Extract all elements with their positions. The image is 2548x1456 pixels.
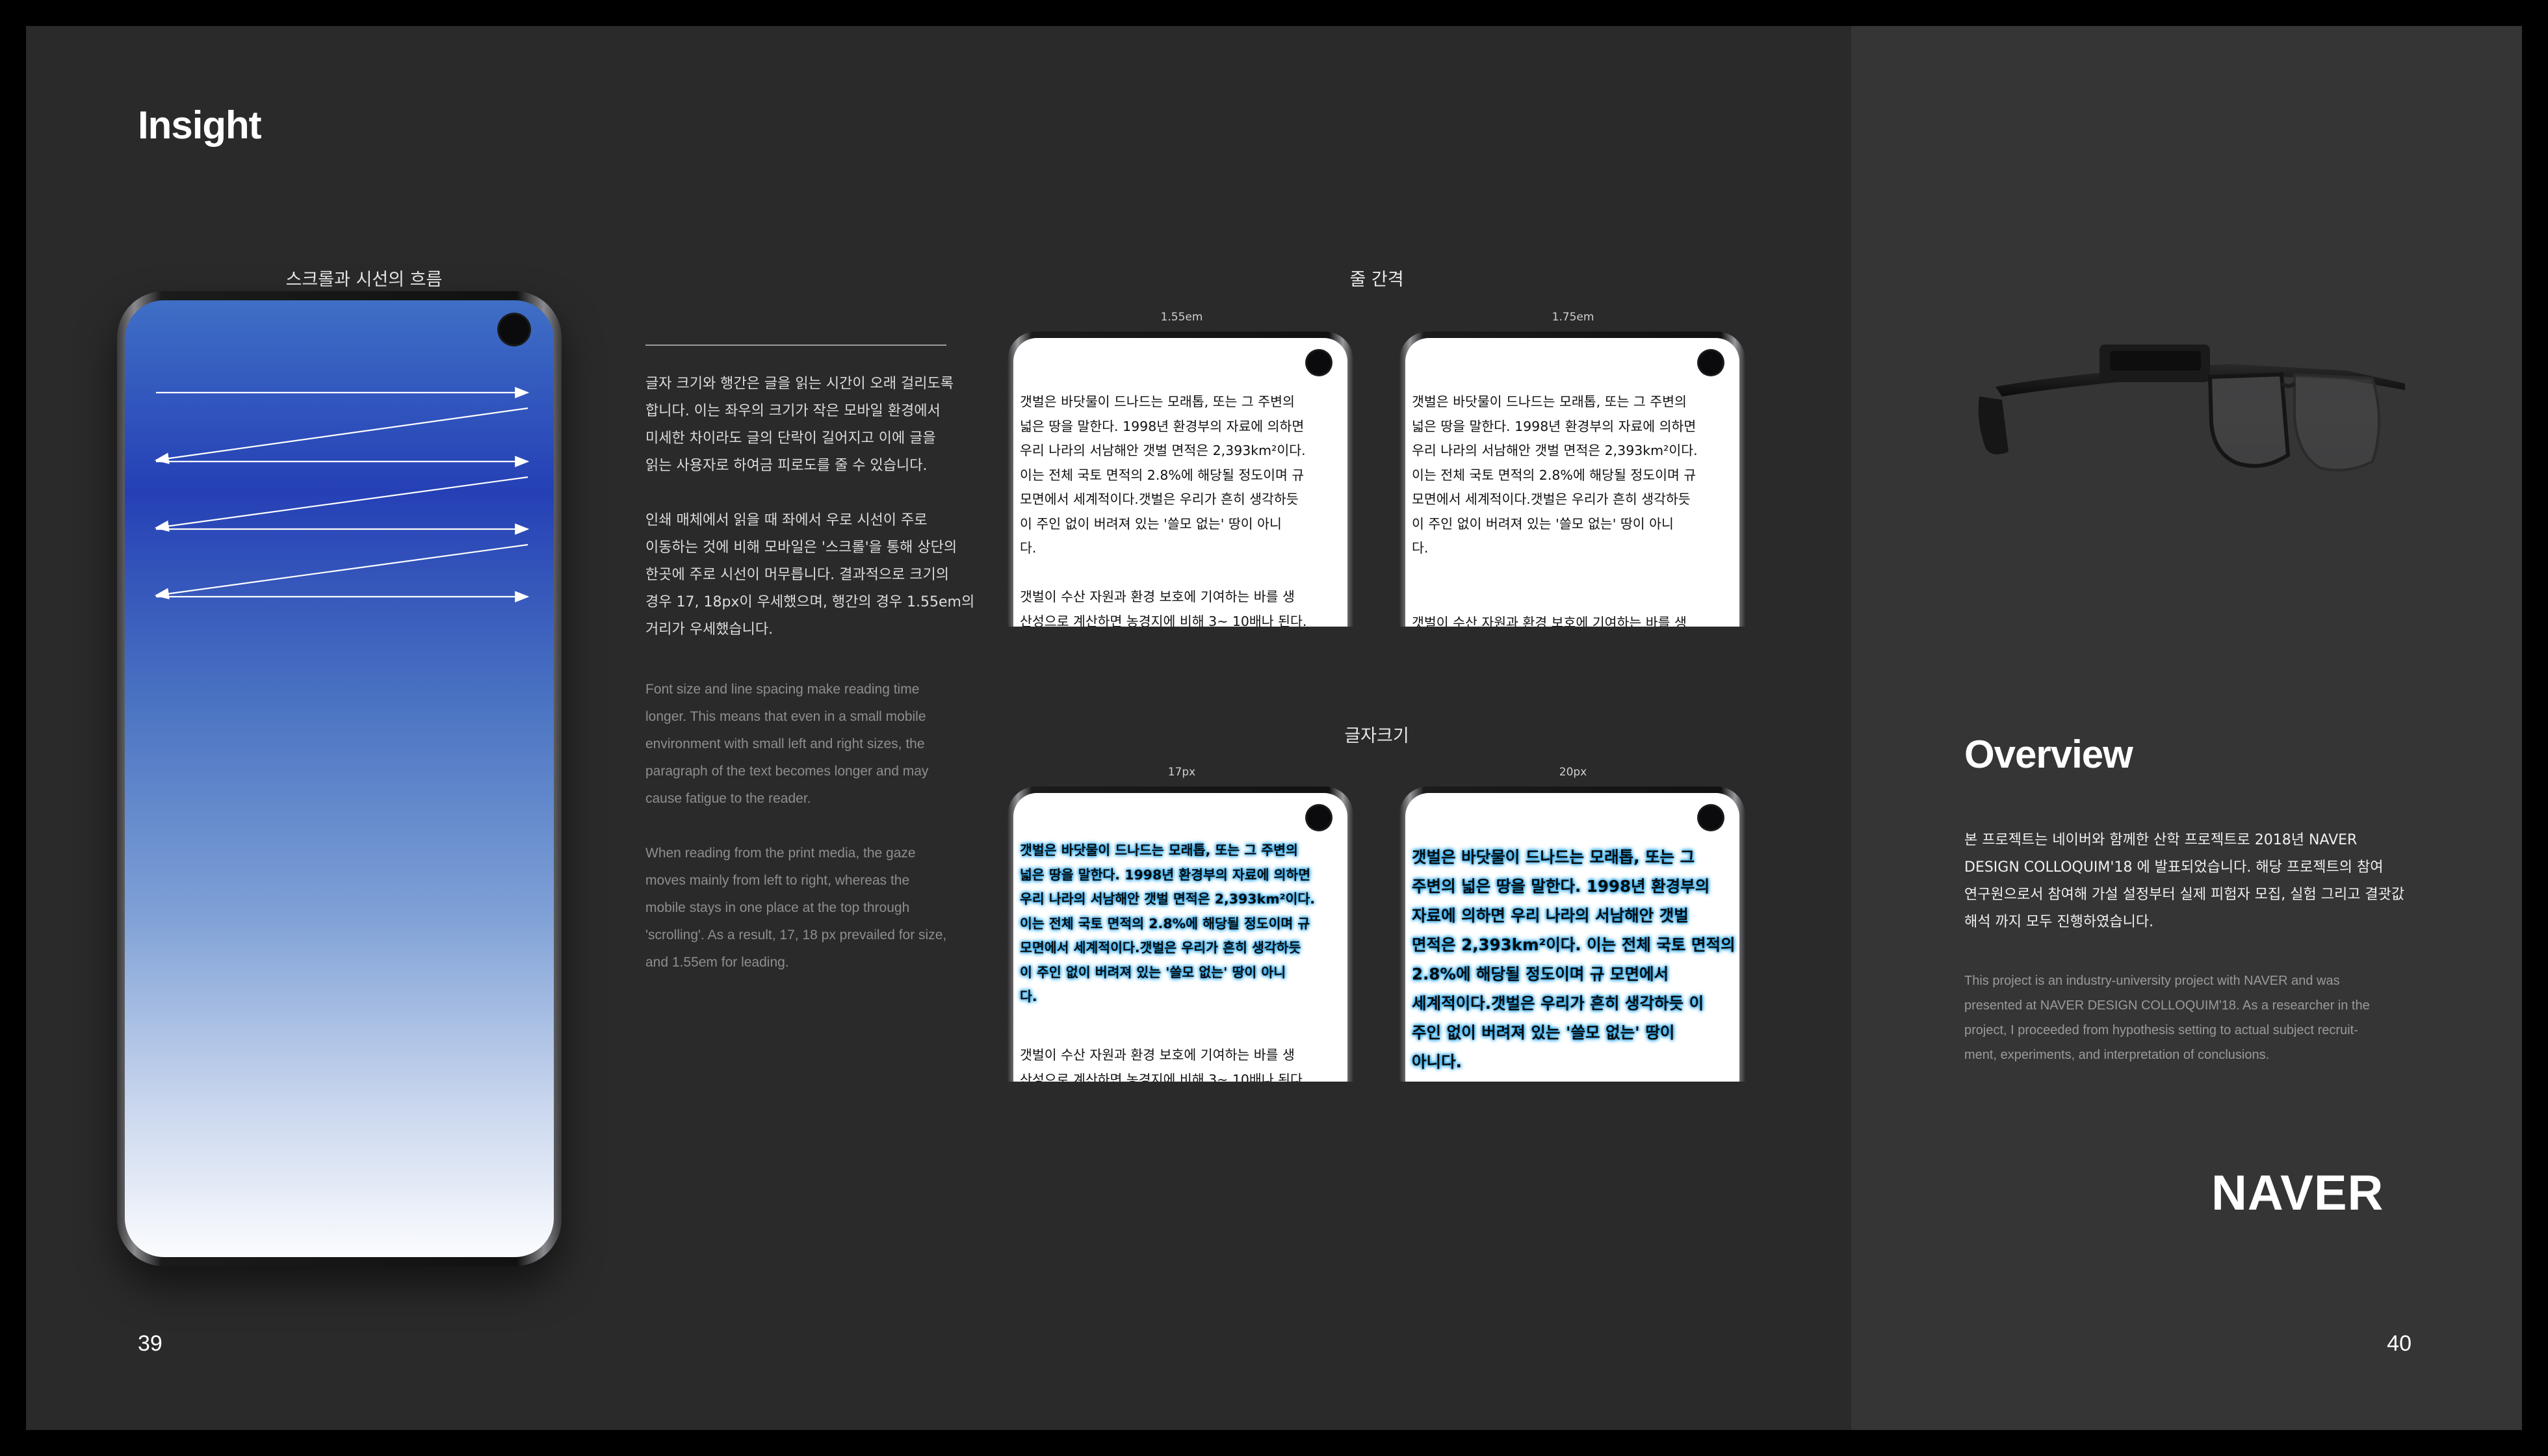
camera-icon (1699, 806, 1722, 829)
text-line: environment with small left and right si… (645, 736, 925, 751)
naver-logo: NAVER (2211, 1165, 2384, 1221)
overview-en-paragraph: This project is an industry-university p… (1964, 968, 2432, 1067)
text-line: 본 프로젝트는 네이버와 함께한 산학 프로젝트로 2018년 NAVER (1964, 832, 2358, 848)
sample-text: 갯벌은 바닷물이 드나드는 모래톱, 또는 그 주변의 넓은 땅을 말한다. 1… (1405, 390, 1739, 561)
page-number: 39 (138, 1331, 162, 1356)
gaze-arrow (154, 543, 528, 600)
font-size-option-label: 20px (1559, 766, 1587, 779)
text-line: 해석 까지 모두 진행하였습니다. (1964, 914, 2154, 930)
text-line: 경우 17, 18px이 우세했으며, 행간의 경우 1.55em의 (645, 594, 975, 610)
sample-text: 갯벌은 바닷물이 드나드는 모래톱, 또는 그 주변의 넓은 땅을 말한다. 1… (1020, 842, 1316, 1004)
phone-mockup (117, 291, 562, 1266)
text-line: project, I proceeded from hypothesis set… (1964, 1023, 2358, 1037)
scroll-caption: 스크롤과 시선의 흐름 (285, 270, 443, 290)
insight-en-paragraph-2: When reading from the print media, the g… (645, 840, 983, 976)
insight-ko-paragraph-1: 글자 크기와 행간은 글을 읽는 시간이 오래 걸리도록 합니다. 이는 좌우의… (645, 370, 983, 480)
text-line: moves mainly from left to right, whereas… (645, 873, 910, 888)
page-number: 40 (2387, 1331, 2412, 1356)
font-size-phone-1: 갯벌은 바닷물이 드나드는 모래톱, 또는 그 주변의 넓은 땅을 말한다. 1… (1008, 786, 1353, 1082)
text-line: 연구원으로서 참여해 가설 설정부터 실제 피험자 모집, 실험 그리고 결괏값 (1964, 887, 2405, 903)
leading-option-label: 1.55em (1160, 311, 1203, 324)
text-line: and 1.55em for leading. (645, 955, 789, 970)
font-size-option-label: 17px (1167, 766, 1196, 779)
text-line: 이동하는 것에 비해 모바일은 '스크롤'을 통해 상단의 (645, 540, 957, 556)
camera-icon (1307, 351, 1331, 374)
text-line: longer. This means that even in a small … (645, 709, 926, 724)
sample-text-tail: 갯벌이 수산 자원과 환경 보호에 기여하는 바를 생 산성으로 계산하면 농경… (1020, 1047, 1307, 1082)
text-line: 읽는 사용자로 하여금 피로도를 줄 수 있습니다. (645, 458, 928, 474)
gaze-arrows (154, 387, 530, 603)
leading-caption: 줄 간격 (1349, 270, 1404, 290)
gaze-arrow (154, 407, 528, 464)
sample-text: 갯벌은 바닷물이 드나드는 모래톱, 또는 그 주변의 넓은 땅을 말한다. 1… (1013, 390, 1347, 561)
text-line: 거리가 우세했습니다. (645, 621, 774, 638)
sample-text: 갯벌은 바닷물이 드나드는 모래톱, 또는 그 주변의 넓은 땅을 말한다. 1… (1412, 848, 1736, 1071)
text-line: 합니다. 이는 좌우의 크기가 작은 모바일 환경에서 (645, 403, 941, 419)
camera-icon (1307, 806, 1331, 829)
text-line: DESIGN COLLOQUIM'18 에 발표되었습니다. 해당 프로젝트의 … (1964, 859, 2384, 876)
leading-option-label: 1.75em (1552, 311, 1594, 324)
leading-phone-1: 갯벌은 바닷물이 드나드는 모래톱, 또는 그 주변의 넓은 땅을 말한다. 1… (1008, 332, 1353, 627)
font-size-phone-2: 갯벌은 바닷물이 드나드는 모래톱, 또는 그 주변의 넓은 땅을 말한다. 1… (1399, 786, 1745, 1082)
text-line: 'scrolling'. As a result, 17, 18 px prev… (645, 928, 947, 942)
text-line: When reading from the print media, the g… (645, 846, 916, 861)
sample-text-tail: 갯벌이 수산 자원과 환경 보호에 기여하는 바를 생 산성으로 계산하면 농경… (1020, 589, 1307, 627)
text-line: 미세한 차이라도 글의 단락이 길어지고 이에 글을 (645, 430, 936, 447)
overview-ko-paragraph: 본 프로젝트는 네이버와 함께한 산학 프로젝트로 2018년 NAVER DE… (1964, 827, 2432, 936)
divider (645, 344, 946, 346)
text-line: cause fatigue to the reader. (645, 791, 811, 806)
text-line: 한곳에 주로 시선이 머무릅니다. 결과적으로 크기의 (645, 567, 950, 583)
text-line: 인쇄 매체에서 읽을 때 좌에서 우로 시선이 주로 (645, 512, 928, 528)
text-line: presented at NAVER DESIGN COLLOQUIM'18. … (1964, 998, 2370, 1013)
sample-text-tail: 갯벌이 수산 자원과 환경 보호에 기여하는 바를 생 (1412, 615, 1687, 627)
camera-icon (1699, 351, 1722, 374)
text-line: paragraph of the text becomes longer and… (645, 764, 929, 779)
text-line: 글자 크기와 행간은 글을 읽는 시간이 오래 걸리도록 (645, 376, 954, 392)
insight-en-paragraph-1: Font size and line spacing make reading … (645, 676, 983, 812)
overview-title: Overview (1964, 733, 2133, 776)
insight-ko-paragraph-2: 인쇄 매체에서 읽을 때 좌에서 우로 시선이 주로 이동하는 것에 비해 모바… (645, 507, 983, 644)
page-title: Insight (138, 103, 262, 147)
gaze-arrow (154, 476, 528, 532)
text-line: Font size and line spacing make reading … (645, 682, 920, 697)
phone-screen (125, 300, 554, 1257)
text-line: ment, experiments, and interpretation of… (1964, 1048, 2270, 1062)
right-page (1851, 26, 2522, 1430)
text-line: This project is an industry-university p… (1964, 974, 2340, 988)
eye-tracking-glasses (1978, 344, 2405, 472)
font-size-caption: 글자크기 (1344, 726, 1409, 746)
leading-phone-2: 갯벌은 바닷물이 드나드는 모래톱, 또는 그 주변의 넓은 땅을 말한다. 1… (1399, 332, 1745, 627)
text-line: mobile stays in one place at the top thr… (645, 900, 910, 915)
